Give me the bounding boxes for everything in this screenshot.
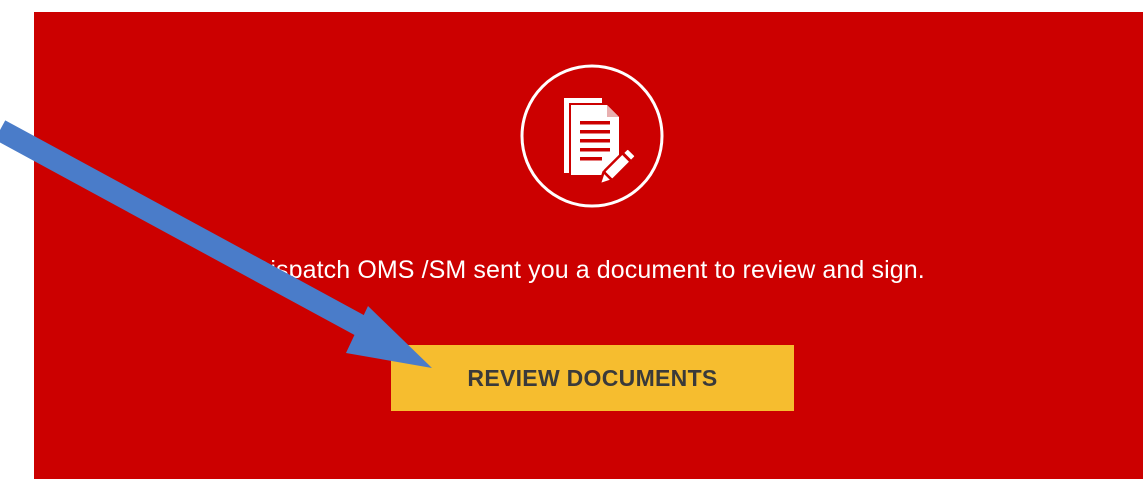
review-documents-button[interactable]: REVIEW DOCUMENTS: [391, 345, 794, 411]
document-sign-icon: [520, 64, 664, 208]
notification-message: Dispatch OMS /SM sent you a document to …: [252, 256, 925, 284]
screenshot-stage: Dispatch OMS /SM sent you a document to …: [0, 0, 1143, 479]
